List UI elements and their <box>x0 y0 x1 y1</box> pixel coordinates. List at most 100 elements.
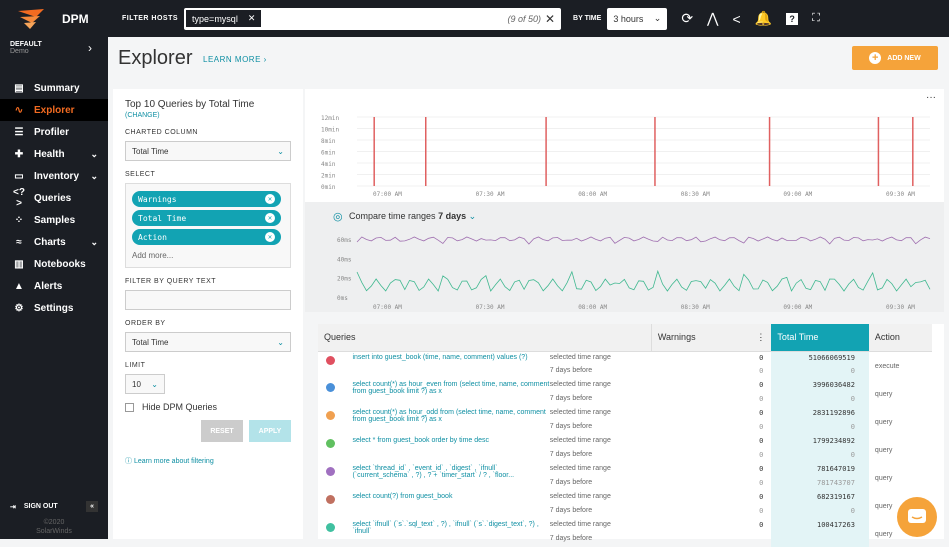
table-row[interactable]: select count(?) from guest_book selected… <box>318 491 932 510</box>
row-label: selected time range <box>549 381 611 388</box>
query-text-link[interactable]: select `thread_id` , `event_id` , `diges… <box>346 463 549 491</box>
query-text-link[interactable]: insert into guest_book (time, name, comm… <box>346 351 549 379</box>
query-text-link[interactable]: select `ifnull` (`s`.`sql_text` , ?) , `… <box>346 519 549 547</box>
sidebar-item-notebooks[interactable]: ▥ Notebooks <box>0 253 108 275</box>
samples-icon: ⁘ <box>14 214 24 226</box>
filter-chip[interactable]: type=mysql ✕ <box>186 10 262 27</box>
warnings-prev-value: 0 <box>759 451 764 459</box>
sidebar-item-charts[interactable]: ≈ Charts ⌄ <box>0 231 108 253</box>
warnings-value: 0 <box>759 521 764 529</box>
column-pill-warnings[interactable]: Warnings ✕ <box>132 191 281 207</box>
close-icon[interactable]: ✕ <box>248 13 256 24</box>
header-warnings[interactable]: Warnings ⋮ <box>650 324 772 352</box>
compare-header[interactable]: Compare time ranges 7 days ⌄ <box>349 211 476 222</box>
column-pill-action[interactable]: Action ✕ <box>132 229 281 245</box>
table-row[interactable]: select count(*) as hour_odd from (select… <box>318 407 932 426</box>
fullscreen-icon[interactable]: ⛶ <box>812 12 820 25</box>
reset-button[interactable]: RESET <box>201 420 243 442</box>
chevron-right-icon: › <box>88 41 92 55</box>
remove-icon[interactable]: ✕ <box>265 232 275 242</box>
chat-button[interactable] <box>897 497 937 537</box>
apply-button[interactable]: APPLY <box>249 420 291 442</box>
queries-table: Queries Warnings ⋮ Total Time Action inse… <box>318 324 932 547</box>
alerts-icon: ▲ <box>14 280 24 292</box>
query-text-link[interactable]: select count(*) as hour_odd from (select… <box>346 407 549 435</box>
sidebar-item-summary[interactable]: ▤ Summary <box>0 77 108 99</box>
time-range-select[interactable]: 3 hours ⌄ <box>607 7 668 30</box>
x-tick-label: 09:00 AM <box>783 304 812 311</box>
sign-out-button[interactable]: ⇥ SIGN OUT « <box>10 501 98 512</box>
warnings-value: 0 <box>759 493 764 501</box>
order-by-select[interactable]: Total Time ⌄ <box>125 332 291 352</box>
refresh-icon[interactable]: ⟳ <box>681 10 693 27</box>
row-label: selected time range <box>549 465 611 472</box>
header-total-time[interactable]: Total Time <box>771 324 869 352</box>
warnings-prev-value: 0 <box>759 423 764 431</box>
more-options-icon[interactable]: ··· <box>926 92 936 103</box>
help-icon[interactable]: ? <box>786 12 799 25</box>
row-label: 7 days before <box>549 479 593 486</box>
query-text-link[interactable]: select count(?) from guest_book <box>346 491 549 519</box>
checkbox[interactable] <box>125 402 134 412</box>
sidebar-item-inventory[interactable]: ▭ Inventory ⌄ <box>0 165 108 187</box>
x-tick-label: 08:30 AM <box>681 191 710 198</box>
hide-dpm-queries-checkbox[interactable]: Hide DPM Queries <box>125 402 291 412</box>
add-more-input[interactable]: Add more... <box>132 251 284 260</box>
filter-query-label: FILTER BY QUERY TEXT <box>125 278 217 285</box>
filter-query-input[interactable] <box>125 290 291 310</box>
sidebar-item-settings[interactable]: ⚙ Settings <box>0 297 108 319</box>
sidebar-item-label: Charts <box>34 236 66 248</box>
filter-hosts-input[interactable]: type=mysql ✕ (9 of 50) ✕ <box>184 7 562 30</box>
y-tick-label: 60ms <box>337 237 352 244</box>
collapse-sidebar-icon[interactable]: « <box>86 501 98 512</box>
header-queries[interactable]: Queries <box>318 324 652 352</box>
profiler-icon: ☰ <box>14 126 24 138</box>
charted-column-select[interactable]: Total Time ⌄ <box>125 141 291 161</box>
query-text-link[interactable]: select * from guest_book order by time d… <box>346 435 549 463</box>
sidebar-item-alerts[interactable]: ▲ Alerts <box>0 275 108 297</box>
warnings-prev-value <box>651 533 771 547</box>
y-tick-label: 40ms <box>337 256 352 263</box>
limit-select[interactable]: 10 ⌄ <box>125 374 165 394</box>
table-row[interactable]: select * from guest_book order by time d… <box>318 435 932 454</box>
sign-out-label: SIGN OUT <box>23 503 58 510</box>
table-row[interactable]: select count(*) as hour_even from (selec… <box>318 379 932 398</box>
account-switcher[interactable]: DEFAULT Demo › <box>0 37 108 77</box>
header-action[interactable]: Action <box>868 324 932 352</box>
remove-icon[interactable]: ✕ <box>265 194 275 204</box>
remove-icon[interactable]: ✕ <box>265 213 275 223</box>
table-row[interactable]: select `ifnull` (`s`.`sql_text` , ?) , `… <box>318 519 932 538</box>
queries-table-panel: Queries Warnings ⋮ Total Time Action inse… <box>318 324 944 547</box>
compare-title: Compare time ranges <box>349 211 436 221</box>
query-text-link[interactable]: select count(*) as hour_even from (selec… <box>346 379 549 407</box>
table-row[interactable]: insert into guest_book (time, name, comm… <box>318 351 932 370</box>
share-icon[interactable]: < <box>733 11 741 27</box>
pill-label: Total Time <box>138 213 187 223</box>
notification-bell-icon[interactable]: 🔔 <box>755 10 772 27</box>
dpm-logo-icon[interactable] <box>0 0 62 37</box>
total-time-value: 51066069519 <box>771 351 869 365</box>
learn-more-link[interactable]: LEARN MORE › <box>203 55 267 64</box>
row-label: selected time range <box>549 493 611 500</box>
column-menu-icon[interactable]: ⋮ <box>756 332 765 343</box>
page-header: Explorer LEARN MORE › + ADD NEW <box>108 37 949 84</box>
sidebar-item-explorer[interactable]: ∿ Explorer <box>0 99 108 121</box>
total-time-prev-value <box>771 533 869 547</box>
sidebar-item-samples[interactable]: ⁘ Samples <box>0 209 108 231</box>
notebooks-icon: ▥ <box>14 258 24 270</box>
table-row[interactable]: select `thread_id` , `event_id` , `diges… <box>318 463 932 482</box>
total-time-prev-value: 0 <box>771 449 869 463</box>
hide-dpm-label: Hide DPM Queries <box>142 402 218 412</box>
change-link[interactable]: (CHANGE) <box>125 112 291 119</box>
total-time-prev-value: 0 <box>771 393 869 407</box>
sidebar: DEFAULT Demo › ▤ Summary ∿ Explorer ☰ Profi… <box>0 37 108 539</box>
sidebar-item-health[interactable]: ✚ Health ⌄ <box>0 143 108 165</box>
column-pill-total-time[interactable]: Total Time ✕ <box>132 210 281 226</box>
pulse-icon[interactable]: ⋀ <box>707 10 718 27</box>
clear-filter-icon[interactable]: ✕ <box>545 12 559 26</box>
learn-filtering-link[interactable]: ⓘ Learn more about filtering <box>125 456 291 466</box>
sidebar-item-profiler[interactable]: ☰ Profiler <box>0 121 108 143</box>
sidebar-item-queries[interactable]: <?> Queries <box>0 187 108 209</box>
add-new-button[interactable]: + ADD NEW <box>852 46 938 70</box>
sidebar-footer: ⇥ SIGN OUT « ©2020 SolarWinds <box>0 489 108 539</box>
